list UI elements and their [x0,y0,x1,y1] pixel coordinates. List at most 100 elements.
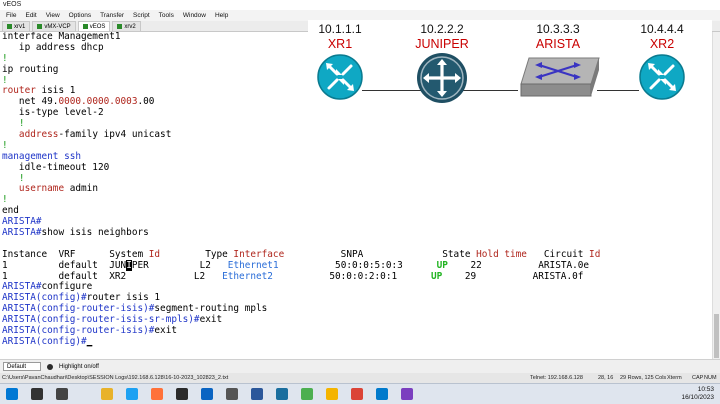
session-status-icon [7,24,12,29]
gns3-icon[interactable] [301,388,313,400]
terminal-text: SNPA State [284,248,477,260]
node-xr2: 10.4.4.4 XR2 [630,22,694,107]
session-status-icon [117,24,123,29]
clock-date: 16/10/2023 [681,394,714,401]
system-clock[interactable]: 10:53 16/10/2023 [681,386,714,402]
tab-veos[interactable]: vEOS [77,21,111,31]
tab-xrv1[interactable]: xrv1 [2,21,31,31]
tab-label: xrv1 [14,23,26,30]
terminal-text: exit [199,314,223,326]
terminal-line: ! [2,173,712,185]
status-telnet: Telnet: 192.168.6.128 [530,375,583,381]
terminal-text: .00 [137,96,155,108]
menu-item-transfer[interactable]: Transfer [100,12,124,19]
terminal-text: 1 default JUN [2,259,127,271]
tab-vmx-vcp[interactable]: vMX-VCP [32,21,76,31]
menu-item-view[interactable]: View [46,12,60,19]
command-bar: Default Highlight on/off [0,359,720,373]
highlight-toggle-icon[interactable] [47,363,54,370]
windows-start-icon[interactable] [6,388,18,400]
node-ip: 10.1.1.1 [318,22,362,36]
terminal-scrollbar[interactable] [712,32,720,359]
scrollbar-thumb[interactable] [714,314,719,358]
menu-item-script[interactable]: Script [133,12,150,19]
tab-label: vMX-VCP [44,23,71,30]
terminal-text: ip routing [2,63,59,75]
menu-item-window[interactable]: Window [183,12,206,19]
status-bar: C:\Users\PavanChaudhari\Desktop\SESSION … [0,373,720,383]
vscode-icon[interactable] [376,388,388,400]
status-term: Xterm [667,375,682,381]
terminal-text: segment-routing mpls [154,303,268,315]
terminal-text: ip address dhcp [2,41,104,53]
terminal-text: router [2,85,36,97]
session-status-icon [37,24,43,29]
terminal-text: 50:0:0:2:0:1 [272,270,431,282]
terminal-text: Interface [233,248,285,260]
settings-icon[interactable] [226,388,238,400]
router-icon [317,54,363,100]
terminal-text: is-type level-2 [2,107,104,119]
mail-icon[interactable] [201,388,213,400]
terminal-text: router isis 1 [86,292,161,304]
node-ip: 10.4.4.4 [640,22,684,36]
edge-icon[interactable] [126,388,138,400]
search-icon[interactable] [31,388,43,400]
session-status-icon [82,24,88,29]
terminal-text: show isis neighbors [41,227,149,239]
task-view-icon[interactable] [56,388,68,400]
terminal-text: ! [2,52,8,64]
terminal-text: 0000.0000.0003 [58,96,138,108]
terminal-line: idle-timeout 120 [2,161,712,174]
terminal-text: Id [589,248,601,260]
highlight-toggle-label[interactable]: Highlight on/off [59,364,99,370]
terminal-text: 29 ARISTA.0f [442,270,584,282]
firefox-icon[interactable] [151,388,163,400]
menu-item-options[interactable]: Options [69,12,91,19]
terminal-text: ! [2,139,8,151]
terminal-text: ! [2,194,8,206]
switch-icon [520,57,600,97]
tab-label: xrv2 [124,23,136,30]
status-cursor-pos: 28, 16 [598,375,614,381]
node-name: JUNIPER [415,37,469,51]
menu-item-file[interactable]: File [6,12,16,19]
network-app-icon[interactable] [276,388,288,400]
terminal-text: exit [154,325,177,337]
menu-item-help[interactable]: Help [215,12,228,19]
menu-item-tools[interactable]: Tools [159,12,174,19]
terminal-text: idle-timeout 120 [2,161,110,173]
terminal-text: interface Management1 [2,32,121,42]
terminal-icon[interactable] [176,388,188,400]
terminal-text: 50:0:0:5:0:3 [278,259,437,271]
app-icon[interactable] [401,388,413,400]
terminal-line: username admin [2,184,712,195]
session-select[interactable]: Default [3,362,42,371]
terminal-text: Type [160,248,234,260]
node-name: XR1 [327,37,353,51]
file-explorer-icon[interactable] [101,388,113,400]
windows-taskbar: 10:53 16/10/2023 [0,383,720,404]
terminal-text: Circuit [526,248,590,260]
terminal-text: 22 ARISTA.0e [447,259,590,271]
terminal-text: Instance VRF System [2,248,149,260]
terminal-line: address-family ipv4 unicast [2,129,712,141]
terminal-text: ARISTA# [2,216,42,228]
terminal-text: Id [148,248,161,260]
terminal-text: 1 default XR2 L2 [2,270,223,282]
status-caps: CAP [692,375,704,381]
word-icon[interactable] [251,388,263,400]
router-icon [639,54,685,100]
tab-xrv2[interactable]: xrv2 [112,21,141,31]
node-arista: 10.3.3.3 ARISTA [508,22,608,107]
terminal-text: UP [430,270,443,282]
terminal-text: -family ipv4 unicast [58,129,172,141]
status-num: NUM [704,375,717,381]
node-ip: 10.2.2.2 [420,22,464,36]
menu-item-edit[interactable]: Edit [25,12,36,19]
chrome-icon[interactable] [351,388,363,400]
terminal-cursor: _ [86,335,93,347]
window-title: vEOS [0,0,720,10]
notes-icon[interactable] [326,388,338,400]
terminal-line: ARISTA(config-router-isis)#exit [2,325,712,337]
